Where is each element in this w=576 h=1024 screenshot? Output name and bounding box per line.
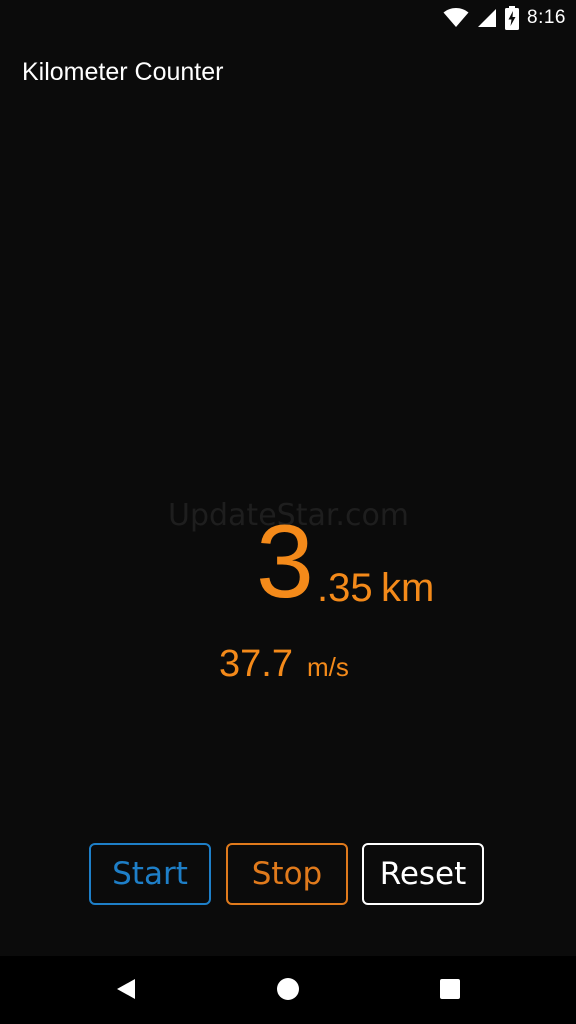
speed-unit: m/s [307,652,349,682]
back-button[interactable] [113,978,139,1004]
status-time: 8:16 [527,7,566,28]
cell-signal-icon [477,8,497,28]
reset-button[interactable]: Reset [362,843,484,905]
app-title: Kilometer Counter [22,58,224,86]
speed-value: 37.7 [219,643,293,685]
app-screen: 8:16 Kilometer Counter UpdateStar.com 3 … [0,0,576,1024]
distance-integer: 3 [256,504,314,620]
distance-unit: km [381,566,435,610]
status-bar: 8:16 [0,0,576,36]
status-icons: 8:16 [443,5,566,31]
navigation-bar [0,956,576,1024]
distance-decimal: .35 [317,566,373,610]
wifi-icon [443,8,469,28]
recents-icon [439,978,461,1005]
stop-button[interactable]: Stop [226,843,348,905]
start-button[interactable]: Start [89,843,211,905]
home-icon [276,977,300,1006]
recents-button[interactable] [437,978,463,1004]
back-icon [115,977,137,1006]
home-button[interactable] [275,977,301,1006]
battery-charging-icon [505,6,520,30]
